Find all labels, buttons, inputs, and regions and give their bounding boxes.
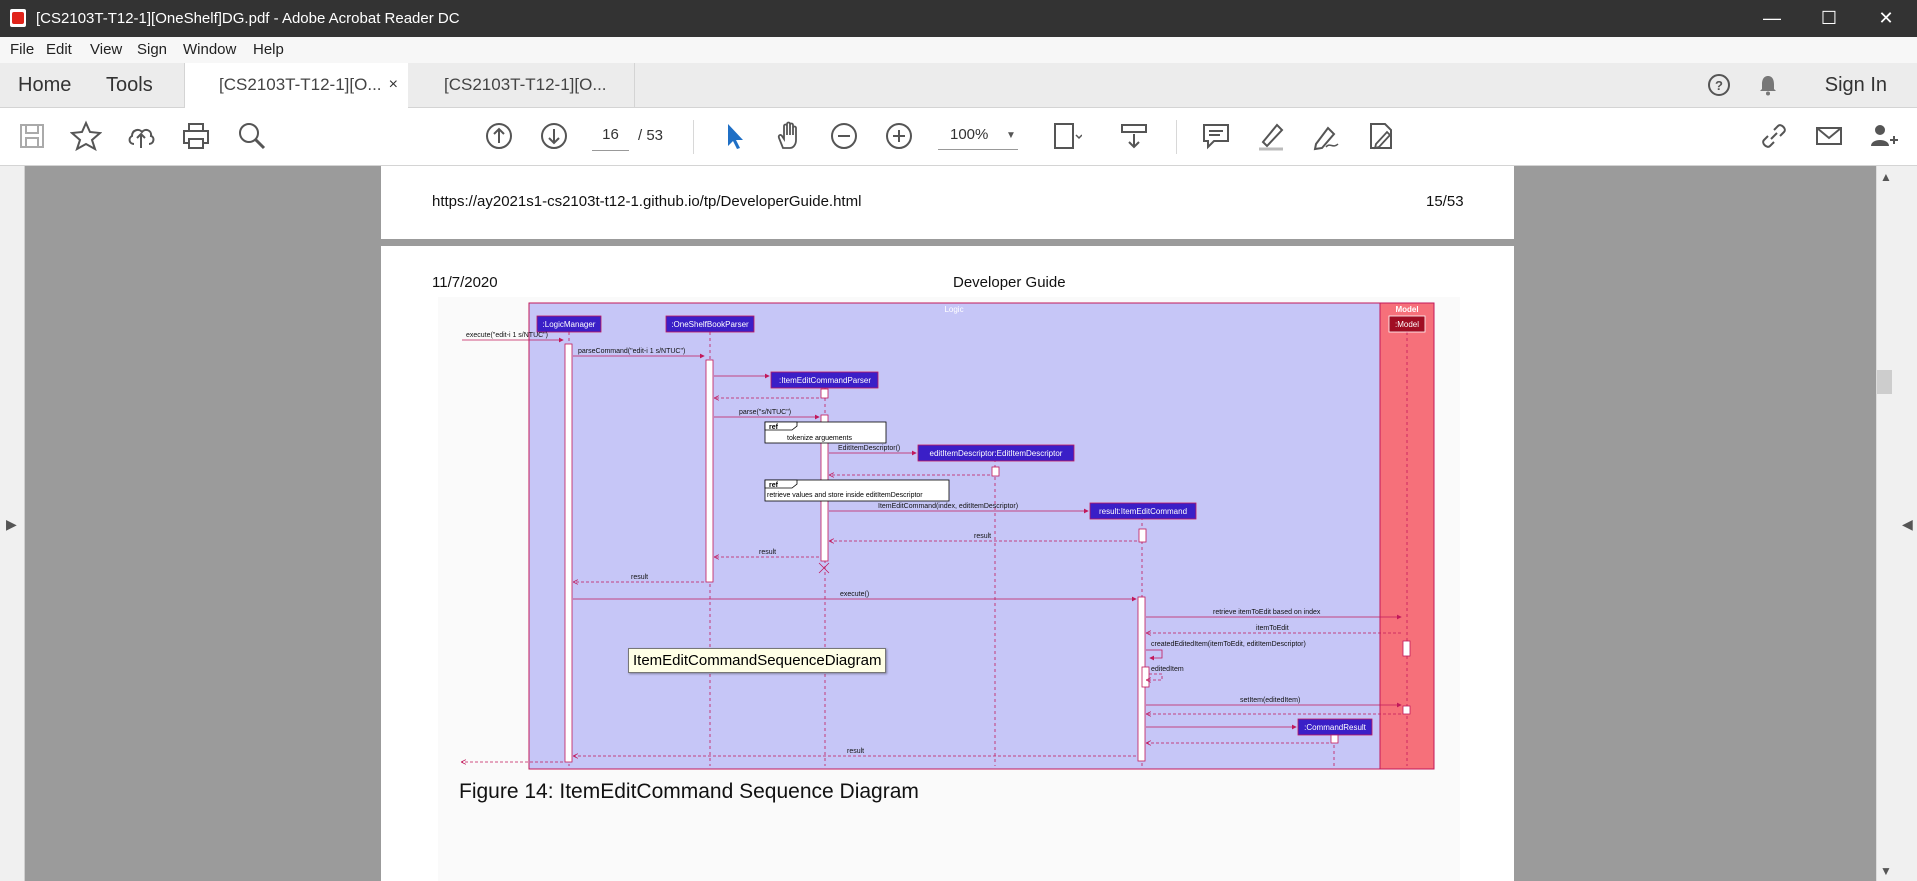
edit-pdf-icon[interactable] (1365, 120, 1397, 152)
toolbar-divider (693, 120, 694, 154)
msg-retrieve: retrieve itemToEdit based on index (1213, 609, 1321, 616)
participant-logic-manager: :LogicManager (543, 320, 596, 329)
ref-tag-2: ref (769, 482, 779, 489)
previous-page-icon[interactable] (483, 120, 515, 152)
tab-document-active[interactable]: [CS2103T-T12-1][O... × (184, 63, 409, 108)
scroll-up-icon[interactable]: ▲ (1880, 170, 1892, 184)
comment-icon[interactable] (1200, 120, 1232, 152)
tab-document-2[interactable]: [CS2103T-T12-1][O... (408, 63, 635, 107)
msg-edited-item: editedItem (1151, 666, 1184, 673)
msg-result-final: result (847, 748, 864, 755)
upload-cloud-icon[interactable] (125, 120, 157, 152)
title-bar: [CS2103T-T12-1][OneShelf]DG.pdf - Adobe … (0, 0, 1917, 37)
participant-model: :Model (1395, 320, 1419, 329)
sign-in-button[interactable]: Sign In (1825, 74, 1887, 97)
hand-tool-icon[interactable] (773, 120, 805, 152)
tab-tools[interactable]: Tools (106, 63, 153, 107)
expand-right-panel-icon[interactable]: ◀ (1902, 516, 1913, 533)
next-page-icon[interactable] (538, 120, 570, 152)
msg-execute: execute() (840, 591, 869, 598)
msg-create-edited: createdEditedItem(itemToEdit, editItemDe… (1151, 641, 1306, 648)
add-user-icon[interactable] (1868, 120, 1900, 152)
msg-result-command: result (974, 533, 991, 540)
participant-command-result: :CommandResult (1304, 723, 1367, 732)
scroll-down-icon[interactable]: ▼ (1880, 864, 1892, 878)
ref-tag-1: ref (769, 424, 779, 431)
msg-item-to-edit: itemToEdit (1256, 625, 1289, 632)
email-icon[interactable] (1813, 120, 1845, 152)
vertical-scrollbar[interactable] (1876, 166, 1894, 881)
toolbar-divider (1176, 120, 1177, 154)
menu-bar: File Edit View Sign Window Help (0, 37, 1917, 64)
share-link-icon[interactable] (1758, 120, 1790, 152)
menu-edit[interactable]: Edit (46, 41, 72, 58)
menu-sign[interactable]: Sign (137, 41, 167, 58)
search-zoom-icon[interactable] (236, 120, 268, 152)
page-footer-number: 15/53 (1426, 193, 1464, 210)
expand-left-panel-icon[interactable]: ▶ (6, 516, 17, 533)
msg-item-edit-command: ItemEditCommand(index, editItemDescripto… (878, 503, 1018, 510)
select-cursor-icon[interactable] (719, 120, 751, 152)
participant-command: result:ItemEditCommand (1099, 507, 1187, 516)
minimize-icon[interactable]: — (1743, 0, 1801, 37)
ref-tokenize: tokenize arguements (787, 435, 852, 442)
page-header-date: 11/7/2020 (432, 274, 498, 291)
ref-retrieve-store: retrieve values and store inside editIte… (767, 492, 923, 499)
msg-set-item: setItem(editedItem) (1240, 697, 1300, 704)
participant-parser: :OneShelfBookParser (671, 320, 749, 329)
tab-document-label: [CS2103T-T12-1][O... (219, 75, 382, 94)
menu-help[interactable]: Help (253, 41, 284, 58)
maximize-icon[interactable]: ☐ (1800, 0, 1858, 37)
close-window-icon[interactable]: ✕ (1857, 0, 1915, 37)
image-tooltip: ItemEditCommandSequenceDiagram (628, 648, 887, 673)
logic-frame-label: Logic (944, 305, 963, 314)
zoom-out-icon[interactable] (828, 120, 860, 152)
menu-view[interactable]: View (90, 41, 122, 58)
msg-execute-in: execute("edit-i 1 s/NTUC") (466, 332, 548, 339)
page-header-title: Developer Guide (953, 274, 1066, 291)
participant-descriptor: editItemDescriptor:EditItemDescriptor (930, 449, 1063, 458)
zoom-in-icon[interactable] (883, 120, 915, 152)
page-display-icon[interactable] (1050, 120, 1083, 152)
tab-bar: Home Tools [CS2103T-T12-1][O... × [CS210… (0, 63, 1917, 108)
msg-result-logic: result (631, 574, 648, 581)
close-tab-icon[interactable]: × (389, 63, 398, 107)
msg-edit-descriptor: EditItemDescriptor() (838, 445, 900, 452)
scroll-mode-icon[interactable] (1118, 120, 1150, 152)
print-icon[interactable] (180, 120, 212, 152)
menu-window[interactable]: Window (183, 41, 236, 58)
msg-parse-command: parseCommand("edit-i 1 s/NTUC") (578, 348, 685, 355)
notification-bell-icon[interactable] (1756, 73, 1780, 102)
tab-home[interactable]: Home (18, 63, 71, 107)
tab-document-2-label: [CS2103T-T12-1][O... (444, 75, 607, 94)
model-frame-label: Model (1395, 305, 1418, 314)
menu-file[interactable]: File (10, 41, 34, 58)
page-total: / 53 (638, 127, 664, 144)
page-number-input[interactable]: 16 (592, 120, 629, 151)
msg-result-parser: result (759, 549, 776, 556)
sign-pen-icon[interactable] (1310, 120, 1342, 152)
acrobat-pdf-icon (10, 9, 26, 27)
scrollbar-thumb[interactable] (1877, 370, 1892, 394)
bookmark-star-icon[interactable] (69, 120, 103, 152)
page-footer-url: https://ay2021s1-cs2103t-t12-1.github.io… (432, 193, 862, 210)
window-title: [CS2103T-T12-1][OneShelf]DG.pdf - Adobe … (36, 10, 460, 27)
participant-item-edit-parser: :ItemEditCommandParser (779, 376, 871, 385)
help-icon[interactable]: ? (1707, 73, 1731, 102)
highlight-pen-icon[interactable] (1255, 120, 1287, 152)
svg-text:?: ? (1715, 78, 1723, 93)
save-icon[interactable] (16, 120, 48, 152)
msg-parse: parse("s/NTUC") (739, 409, 791, 416)
figure-caption: Figure 14: ItemEditCommand Sequence Diag… (459, 780, 919, 803)
chevron-down-icon[interactable]: ▼ (1006, 130, 1016, 141)
sequence-diagram: Logic Model :LogicManager :OneShelfBookP… (457, 302, 1435, 770)
